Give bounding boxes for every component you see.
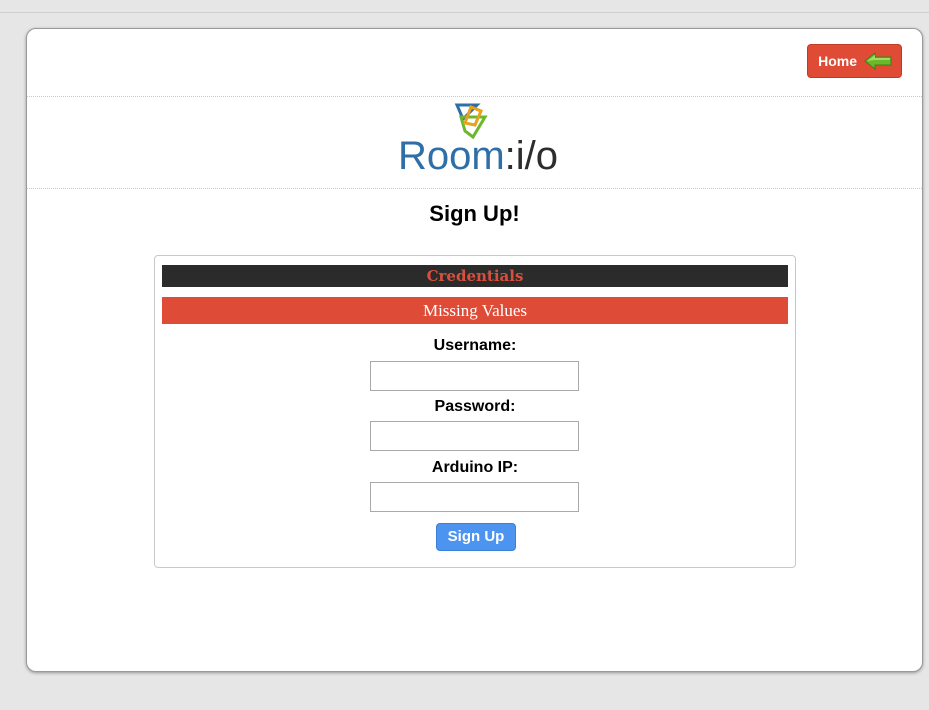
logo-wordmark: Room:i/o	[373, 131, 583, 181]
sign-up-button[interactable]: Sign Up	[436, 523, 516, 551]
logo-io-text: :i/o	[504, 134, 559, 178]
username-label: Username:	[433, 337, 517, 354]
credentials-header: Credentials	[162, 265, 788, 287]
home-button-label: Home	[818, 53, 857, 69]
password-input[interactable]	[370, 421, 579, 451]
username-input[interactable]	[370, 361, 579, 391]
arrow-left-icon	[863, 51, 893, 71]
room-io-logo: Room:i/o	[373, 101, 583, 185]
page-title: Sign Up!	[429, 201, 520, 226]
logo-divider	[27, 188, 922, 189]
arduino-ip-input[interactable]	[370, 482, 579, 512]
logo-room-text: Room	[397, 134, 505, 178]
error-banner: Missing Values	[162, 297, 788, 324]
top-rule	[0, 12, 929, 13]
arduino-ip-label: Arduino IP:	[431, 459, 519, 476]
signup-form: Credentials Missing Values Username: Pas…	[154, 255, 796, 568]
home-button[interactable]: Home	[807, 44, 902, 78]
main-panel: Home Room:i/o Sign Up! Credentials Missi…	[26, 28, 923, 672]
password-label: Password:	[434, 398, 516, 415]
header-divider	[27, 96, 922, 97]
